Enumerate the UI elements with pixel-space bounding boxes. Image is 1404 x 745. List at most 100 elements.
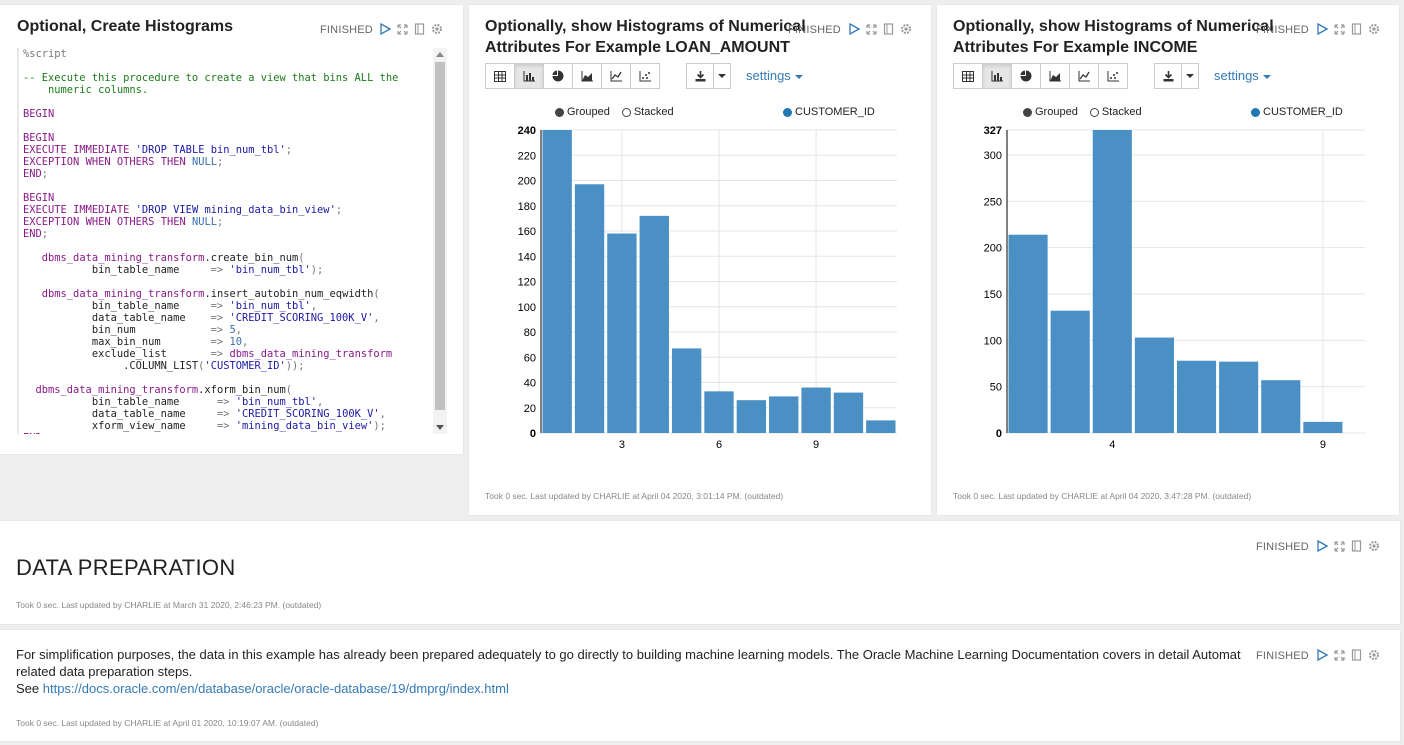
histogram-bar — [1261, 380, 1301, 433]
status-label: FINISHED — [1256, 24, 1309, 36]
pie-chart-button[interactable] — [1011, 63, 1041, 89]
histogram-bar — [671, 348, 702, 433]
x-tick-label: 3 — [619, 439, 625, 451]
x-tick-label: 9 — [813, 439, 819, 451]
paragraph-footer: Took 0 sec. Last updated by CHARLIE at A… — [16, 718, 319, 728]
book-icon[interactable] — [1351, 540, 1362, 552]
run-icon[interactable] — [1317, 23, 1328, 35]
download-dropdown-button[interactable] — [1181, 63, 1199, 89]
run-icon[interactable] — [1317, 649, 1328, 661]
y-tick-label: 40 — [524, 378, 536, 390]
y-tick-label: 250 — [984, 196, 1002, 208]
gear-icon[interactable] — [900, 23, 912, 35]
status-label: FINISHED — [1256, 650, 1309, 662]
settings-dropdown[interactable]: settings — [1214, 68, 1271, 83]
gear-icon[interactable] — [1368, 540, 1380, 552]
loan-amount-histogram-chart: 0 20 40 60 80 100 120 140 160 180 200 220 240 3 6 9 — [518, 125, 897, 451]
histogram-bar — [607, 233, 637, 433]
scroll-up-arrow-icon[interactable] — [436, 52, 444, 57]
code-editor[interactable]: %script -- Execute this procedure to cre… — [17, 48, 447, 434]
table-icon — [494, 70, 506, 82]
y-tick-label: 300 — [984, 150, 1002, 162]
caret-down-icon — [794, 74, 803, 79]
run-icon[interactable] — [1317, 540, 1328, 552]
y-tick-label: 100 — [984, 335, 1002, 347]
y-tick-label: 0 — [996, 428, 1002, 440]
expand-icon[interactable] — [1334, 540, 1345, 552]
area-chart-button[interactable] — [572, 63, 602, 89]
line-chart-button[interactable] — [1069, 63, 1099, 89]
documentation-link[interactable]: https://docs.oracle.com/en/database/orac… — [43, 681, 509, 696]
download-button[interactable] — [686, 63, 714, 89]
histogram-bar — [833, 392, 864, 433]
area-chart-icon — [581, 70, 593, 81]
chevron-down-icon — [1186, 74, 1194, 78]
histogram-bar — [866, 420, 896, 433]
histogram-bar — [1050, 310, 1090, 433]
histogram-bar — [542, 130, 572, 433]
editor-gutter — [17, 48, 19, 434]
histogram-bar — [639, 215, 669, 433]
line-chart-button[interactable] — [601, 63, 631, 89]
book-icon[interactable] — [1351, 649, 1362, 661]
paragraph-create-histograms: Optional, Create Histograms FINISHED %sc… — [0, 5, 463, 454]
x-tick-label: 9 — [1320, 439, 1326, 451]
book-icon[interactable] — [414, 23, 425, 35]
paragraph-histogram-loan-amount: Optionally, show Histograms of Numerical… — [469, 5, 931, 515]
paragraph-text-line2: related data preparation steps. — [16, 664, 193, 679]
download-button[interactable] — [1154, 63, 1182, 89]
y-tick-label: 80 — [524, 327, 536, 339]
expand-icon[interactable] — [397, 23, 408, 35]
pie-chart-button[interactable] — [543, 63, 573, 89]
table-view-button[interactable] — [953, 63, 983, 89]
book-icon[interactable] — [1351, 23, 1362, 35]
paragraph-footer: Took 0 sec. Last updated by CHARLIE at A… — [485, 491, 784, 501]
paragraph-text-line1: For simplification purposes, the data in… — [16, 647, 1241, 662]
y-tick-label: 160 — [518, 226, 536, 238]
table-view-button[interactable] — [485, 63, 515, 89]
bar-chart-icon — [991, 70, 1003, 81]
book-icon[interactable] — [883, 23, 894, 35]
y-tick-label: 0 — [530, 428, 536, 440]
x-tick-label: 6 — [716, 439, 722, 451]
expand-icon[interactable] — [1334, 649, 1345, 661]
editor-scrollbar[interactable] — [433, 48, 447, 434]
scatter-chart-button[interactable] — [1098, 63, 1128, 89]
gear-icon[interactable] — [431, 23, 443, 35]
bar-chart-button[interactable] — [514, 63, 544, 89]
visualization-toolbar — [953, 63, 1128, 89]
scatter-chart-button[interactable] — [630, 63, 660, 89]
status-label: FINISHED — [1256, 541, 1309, 553]
paragraph-title-line1: Optionally, show Histograms of Numerical — [485, 18, 806, 35]
gear-icon[interactable] — [1368, 649, 1380, 661]
histogram-bar — [1219, 361, 1259, 433]
expand-icon[interactable] — [1334, 23, 1345, 35]
paragraph-simplification-note: For simplification purposes, the data in… — [0, 630, 1400, 741]
settings-dropdown[interactable]: settings — [746, 68, 803, 83]
y-tick-label: 140 — [518, 251, 536, 263]
caret-down-icon — [1262, 74, 1271, 79]
bar-chart-button[interactable] — [982, 63, 1012, 89]
see-line: See https://docs.oracle.com/en/database/… — [16, 680, 1248, 697]
scroll-down-arrow-icon[interactable] — [436, 425, 444, 430]
see-label: See — [16, 681, 43, 696]
run-icon[interactable] — [849, 23, 860, 35]
visualization-toolbar — [485, 63, 660, 89]
area-chart-icon — [1049, 70, 1061, 81]
y-tick-label: 220 — [518, 150, 536, 162]
paragraph-title: Optionally, show Histograms of Numerical… — [953, 16, 1274, 58]
chevron-down-icon — [718, 74, 726, 78]
gear-icon[interactable] — [1368, 23, 1380, 35]
bar-chart-icon — [523, 70, 535, 81]
expand-icon[interactable] — [866, 23, 877, 35]
histogram-bar — [1008, 234, 1048, 433]
code-text[interactable]: %script -- Execute this procedure to cre… — [23, 48, 398, 434]
y-tick-label: 200 — [984, 243, 1002, 255]
area-chart-button[interactable] — [1040, 63, 1070, 89]
histogram-bar — [801, 387, 831, 433]
download-dropdown-button[interactable] — [713, 63, 731, 89]
y-tick-label: 327 — [984, 125, 1002, 137]
scrollbar-thumb[interactable] — [435, 62, 445, 410]
run-icon[interactable] — [380, 23, 391, 35]
paragraph-title: Optional, Create Histograms — [17, 18, 234, 35]
